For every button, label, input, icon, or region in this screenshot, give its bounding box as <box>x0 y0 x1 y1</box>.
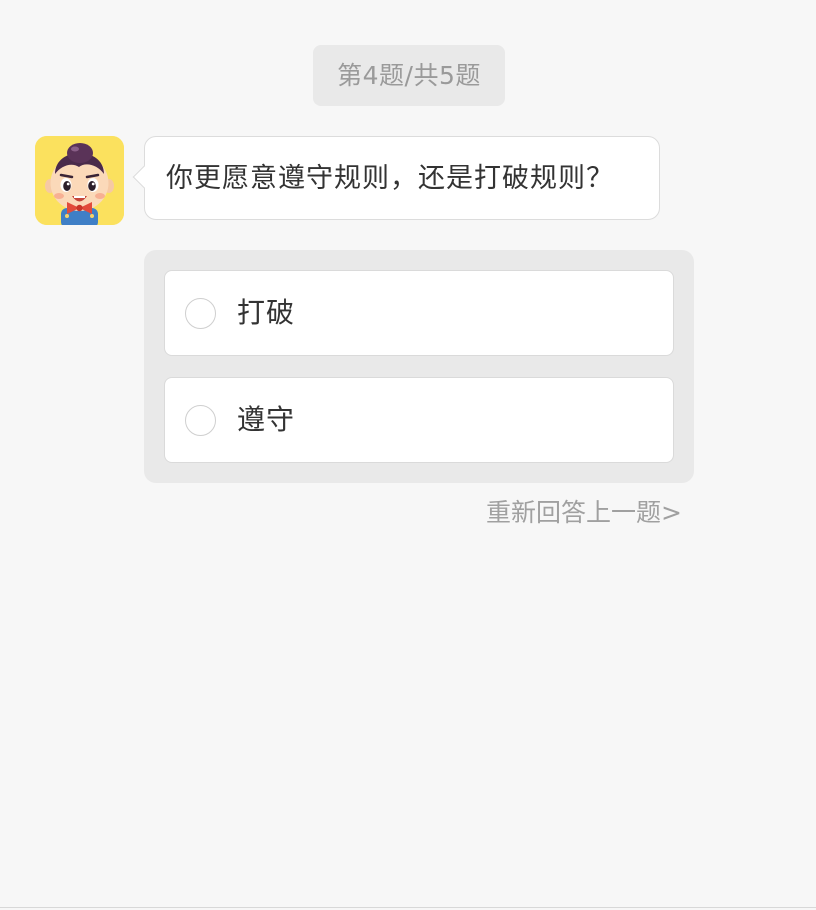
assistant-avatar <box>35 136 124 225</box>
answer-options-panel: 打破 遵守 <box>144 250 694 483</box>
radio-circle-icon[interactable] <box>185 405 216 436</box>
bottom-divider <box>0 907 816 908</box>
redo-previous-question-link[interactable]: 重新回答上一题> <box>486 492 682 534</box>
question-bubble: 你更愿意遵守规则，还是打破规则？ <box>132 136 660 220</box>
answer-option-label: 遵守 <box>237 403 296 436</box>
answer-option-label: 打破 <box>237 296 296 329</box>
radio-circle-icon[interactable] <box>185 298 216 329</box>
answer-option-break[interactable]: 打破 <box>164 270 674 356</box>
question-text: 你更愿意遵守规则，还是打破规则？ <box>166 163 614 194</box>
cartoon-boy-avatar-icon <box>35 136 124 225</box>
bubble-tail <box>132 165 156 189</box>
answer-option-follow[interactable]: 遵守 <box>164 377 674 463</box>
question-progress-badge: 第4题/共5题 <box>313 45 505 106</box>
